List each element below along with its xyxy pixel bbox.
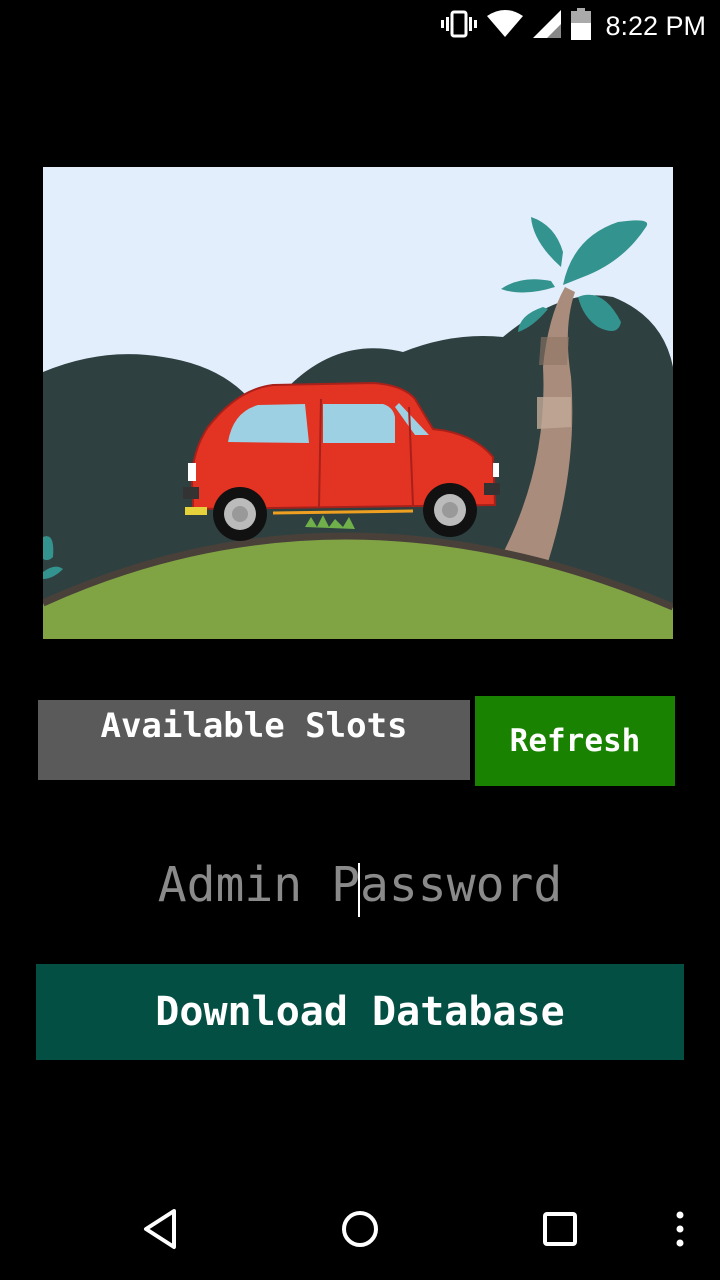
status-time: 8:22 PM bbox=[605, 10, 706, 41]
car-illustration bbox=[43, 167, 673, 639]
navigation-bar bbox=[0, 1180, 720, 1280]
wifi-icon bbox=[487, 10, 524, 42]
back-icon[interactable] bbox=[125, 1194, 195, 1264]
admin-password-input[interactable] bbox=[60, 840, 660, 930]
status-icons: 8:22 PM bbox=[441, 8, 706, 44]
refresh-button[interactable]: Refresh bbox=[475, 696, 675, 786]
more-icon[interactable] bbox=[645, 1194, 715, 1264]
home-icon[interactable] bbox=[325, 1194, 395, 1264]
download-database-button[interactable]: Download Database bbox=[36, 964, 684, 1060]
admin-password-field[interactable] bbox=[60, 840, 660, 930]
status-bar: 8:22 PM bbox=[0, 0, 720, 52]
available-slots-label: Available Slots bbox=[38, 700, 470, 780]
vibrate-icon bbox=[441, 9, 478, 43]
signal-icon bbox=[533, 10, 562, 42]
text-cursor bbox=[358, 863, 360, 917]
battery-icon bbox=[571, 8, 592, 44]
recents-icon[interactable] bbox=[525, 1194, 595, 1264]
